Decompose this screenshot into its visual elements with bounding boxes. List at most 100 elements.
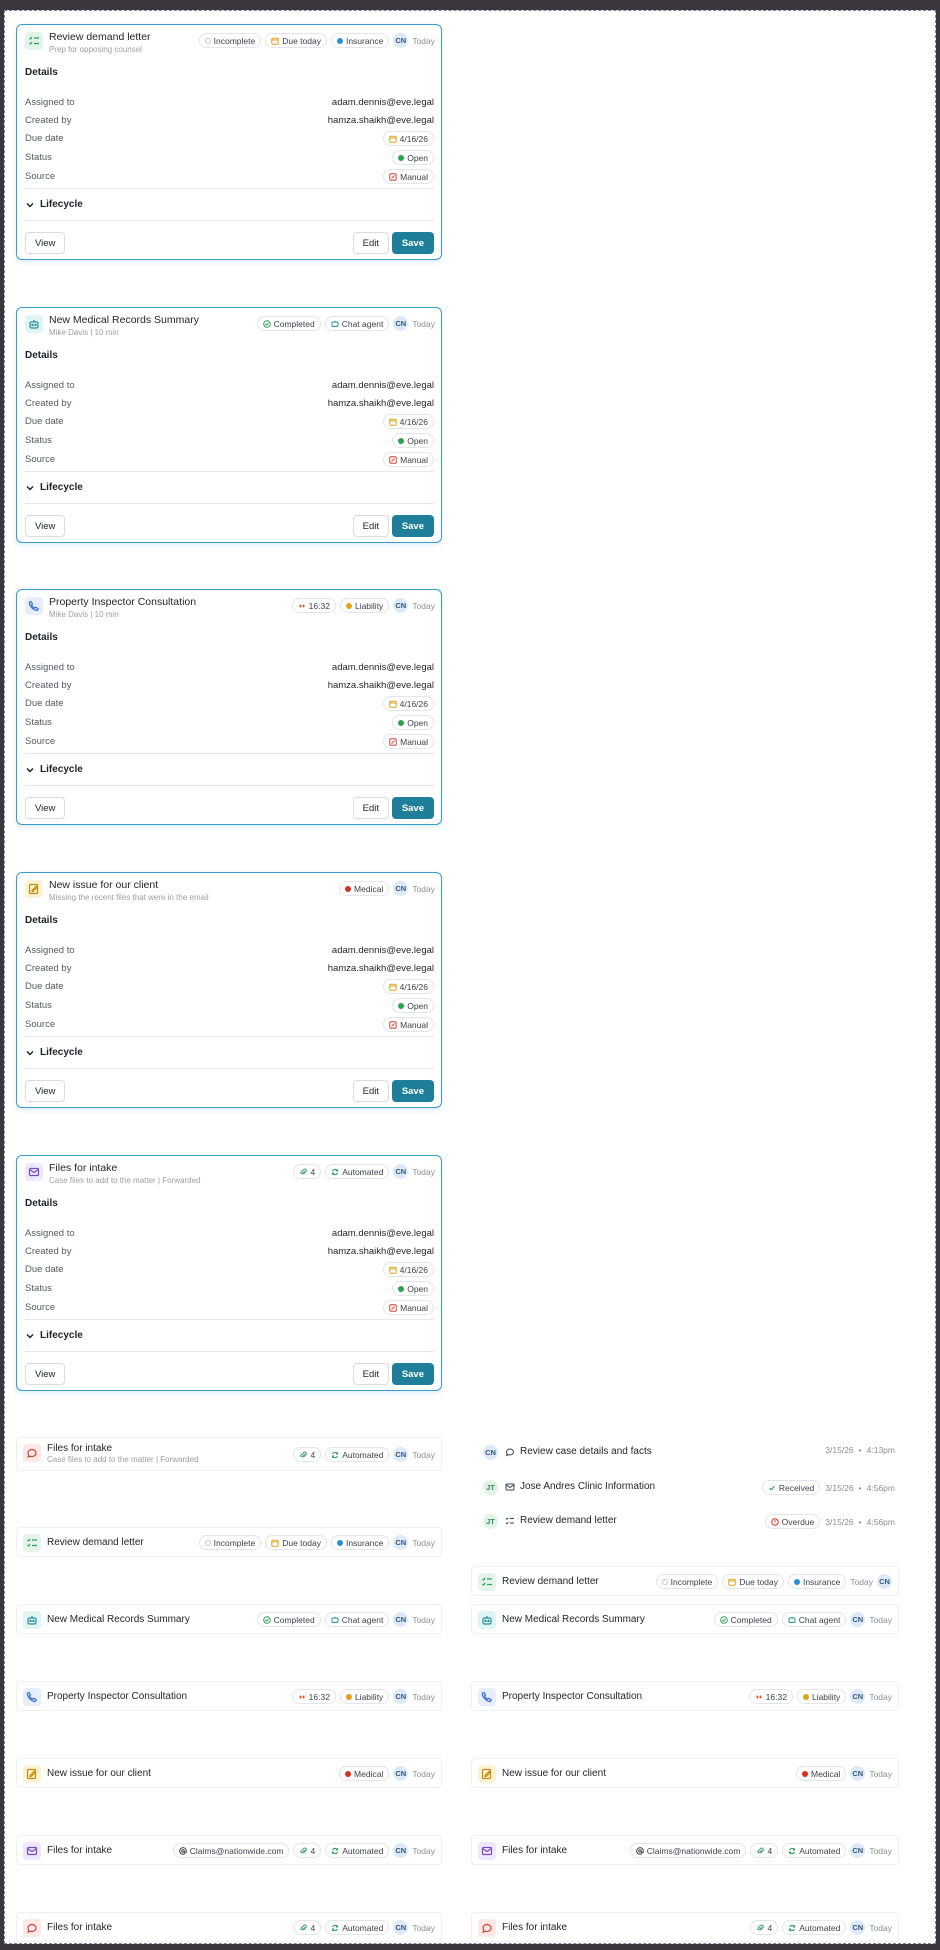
status-open-chip[interactable]: Open [392, 715, 434, 730]
tag-chip-medical[interactable]: Medical [339, 1766, 390, 1781]
source-chip-automated[interactable]: Automated [325, 1164, 390, 1179]
edit-button[interactable]: Edit [352, 515, 389, 537]
avatar[interactable]: CN [393, 1920, 409, 1935]
save-button[interactable]: Save [391, 232, 434, 254]
avatar[interactable]: CN [850, 1689, 866, 1704]
status-chip-completed[interactable]: Completed [256, 316, 321, 331]
status-open-chip[interactable]: Open [392, 433, 434, 448]
avatar[interactable]: CN [393, 316, 409, 331]
status-chip-incomplete[interactable]: Incomplete [198, 33, 262, 48]
call-duration-chip[interactable]: 16:32 [291, 1689, 336, 1704]
tag-chip-liability[interactable]: Liability [339, 598, 390, 613]
source-manual-chip[interactable]: Manual [383, 734, 434, 749]
attachments-chip[interactable]: 4 [750, 1843, 779, 1858]
view-button[interactable]: View [25, 797, 66, 819]
avatar[interactable]: CN [393, 1612, 409, 1627]
source-manual-chip[interactable]: Manual [383, 1300, 434, 1315]
view-button[interactable]: View [25, 232, 66, 254]
edit-button[interactable]: Edit [352, 1363, 389, 1385]
list-item-review-demand-letter[interactable]: Review demand letter Incomplete Due toda… [16, 1527, 442, 1557]
due-date-chip[interactable]: 4/16/26 [382, 696, 434, 711]
tag-chip-insurance[interactable]: Insurance [330, 1535, 390, 1550]
task-card-new-issue[interactable]: New issue for our client Missing the rec… [16, 872, 442, 1108]
activity-item[interactable]: CN Review case details and facts 3/15/26… [475, 1443, 895, 1463]
sender-chip[interactable]: Claims@nationwide.com [629, 1843, 747, 1858]
status-open-chip[interactable]: Open [392, 998, 434, 1013]
save-button[interactable]: Save [391, 515, 434, 537]
save-button[interactable]: Save [391, 797, 434, 819]
call-duration-chip[interactable]: 16:32 [748, 1689, 793, 1704]
due-date-chip[interactable]: 4/16/26 [382, 1262, 434, 1277]
attachments-chip[interactable]: 4 [293, 1447, 322, 1462]
lifecycle-toggle[interactable]: Lifecycle [25, 482, 83, 493]
due-chip[interactable]: Due today [265, 33, 327, 48]
edit-button[interactable]: Edit [352, 797, 389, 819]
tag-chip-medical[interactable]: Medical [339, 881, 390, 896]
attachments-chip[interactable]: 4 [293, 1920, 322, 1935]
due-date-chip[interactable]: 4/16/26 [382, 979, 434, 994]
list-item-medical-records[interactable]: New Medical Records Summary Completed Ch… [471, 1604, 899, 1634]
source-chip-chat-agent[interactable]: Chat agent [781, 1612, 847, 1627]
status-chip-incomplete[interactable]: Incomplete [198, 1535, 262, 1550]
view-button[interactable]: View [25, 1080, 66, 1102]
avatar[interactable]: CN [877, 1574, 892, 1589]
lifecycle-toggle[interactable]: Lifecycle [25, 1330, 83, 1341]
task-card-review-demand-letter[interactable]: Review demand letter Prep for opposing c… [16, 24, 442, 260]
due-chip[interactable]: Due today [265, 1535, 327, 1550]
source-chip-automated[interactable]: Automated [782, 1920, 847, 1935]
tag-chip-medical[interactable]: Medical [796, 1766, 847, 1781]
source-chip-automated[interactable]: Automated [325, 1447, 390, 1462]
list-item-new-issue[interactable]: New issue for our client Medical CN Toda… [471, 1758, 899, 1788]
avatar[interactable]: CN [393, 598, 409, 613]
status-chip-completed[interactable]: Completed [713, 1612, 778, 1627]
tag-chip-liability[interactable]: Liability [796, 1689, 847, 1704]
due-date-chip[interactable]: 4/16/26 [382, 414, 434, 429]
activity-item[interactable]: JT Jose Andres Clinic Information Receiv… [475, 1478, 895, 1498]
source-chip-automated[interactable]: Automated [325, 1920, 390, 1935]
source-manual-chip[interactable]: Manual [383, 452, 434, 467]
avatar[interactable]: CN [393, 1535, 409, 1550]
avatar[interactable]: CN [850, 1920, 866, 1935]
task-card-files-for-intake[interactable]: Files for intake Case files to add to th… [16, 1155, 442, 1391]
attachments-chip[interactable]: 4 [293, 1164, 322, 1179]
list-item-files-for-intake[interactable]: Files for intake Case files to add to th… [16, 1437, 442, 1471]
tag-chip-insurance[interactable]: Insurance [787, 1574, 847, 1589]
avatar[interactable]: CN [850, 1766, 866, 1781]
lifecycle-toggle[interactable]: Lifecycle [25, 764, 83, 775]
status-chip-received[interactable]: Received [761, 1480, 821, 1495]
tag-chip-liability[interactable]: Liability [339, 1689, 390, 1704]
lifecycle-toggle[interactable]: Lifecycle [25, 199, 83, 210]
view-button[interactable]: View [25, 1363, 66, 1385]
source-chip-chat-agent[interactable]: Chat agent [324, 1612, 390, 1627]
source-chip-automated[interactable]: Automated [325, 1843, 390, 1858]
status-chip-completed[interactable]: Completed [256, 1612, 321, 1627]
status-chip-incomplete[interactable]: Incomplete [655, 1574, 719, 1589]
list-item-property-inspector[interactable]: Property Inspector Consultation 16:32 Li… [16, 1681, 442, 1711]
avatar[interactable]: CN [393, 1689, 409, 1704]
attachments-chip[interactable]: 4 [750, 1920, 779, 1935]
save-button[interactable]: Save [391, 1080, 434, 1102]
status-chip-overdue[interactable]: Overdue [764, 1514, 821, 1529]
list-item-files-for-intake-chat[interactable]: Files for intake 4 Automated CN Today [471, 1912, 899, 1942]
list-item-files-for-intake-email[interactable]: Files for intake Claims@nationwide.com 4… [471, 1835, 899, 1865]
save-button[interactable]: Save [391, 1363, 434, 1385]
task-card-medical-records[interactable]: New Medical Records Summary Mike Davis |… [16, 307, 442, 543]
status-open-chip[interactable]: Open [392, 1281, 434, 1296]
avatar[interactable]: CN [393, 1766, 409, 1781]
lifecycle-toggle[interactable]: Lifecycle [25, 1047, 83, 1058]
activity-item[interactable]: JT Review demand letter Overdue 3/15/26 •… [475, 1512, 895, 1532]
avatar[interactable]: CN [850, 1843, 866, 1858]
source-chip-chat-agent[interactable]: Chat agent [324, 316, 390, 331]
list-item-medical-records[interactable]: New Medical Records Summary Completed Ch… [16, 1604, 442, 1634]
call-duration-chip[interactable]: 16:32 [291, 598, 336, 613]
task-card-property-inspector[interactable]: Property Inspector Consultation Mike Dav… [16, 589, 442, 825]
list-item-files-for-intake-chat[interactable]: Files for intake 4 Automated CN Today [16, 1912, 442, 1942]
sender-chip[interactable]: Claims@nationwide.com [172, 1843, 290, 1858]
source-manual-chip[interactable]: Manual [383, 1017, 434, 1032]
edit-button[interactable]: Edit [352, 1080, 389, 1102]
avatar[interactable]: CN [393, 881, 409, 896]
avatar[interactable]: CN [393, 1164, 409, 1179]
due-date-chip[interactable]: 4/16/26 [382, 131, 434, 146]
avatar[interactable]: CN [393, 33, 409, 48]
tag-chip-insurance[interactable]: Insurance [330, 33, 390, 48]
